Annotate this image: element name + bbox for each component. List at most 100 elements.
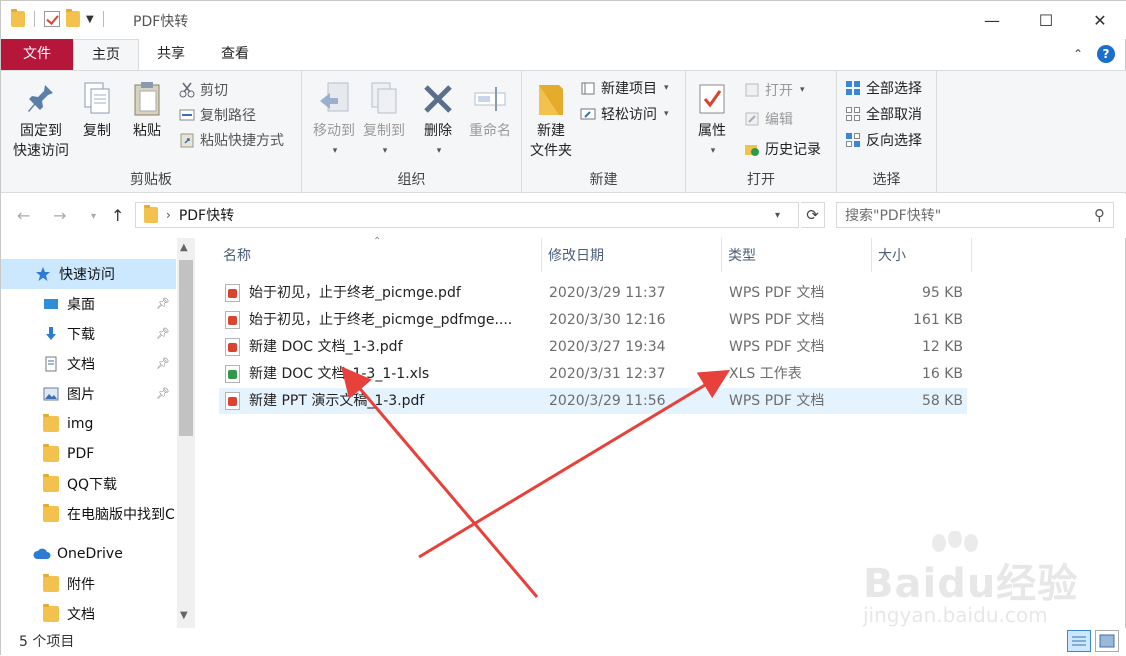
file-name: 新建 DOC 文档_1-3.pdf	[249, 339, 403, 355]
invert-selection-button[interactable]: 反向选择	[845, 129, 922, 151]
collapse-ribbon-icon[interactable]: ⌃	[1073, 47, 1083, 61]
copy-to-button[interactable]: 复制到 ▾	[358, 79, 410, 161]
column-header-date[interactable]: 修改日期	[541, 238, 721, 272]
qat-dropdown-icon[interactable]: ▼	[86, 14, 94, 25]
folder-icon	[43, 604, 59, 622]
select-all-label: 全部选择	[866, 81, 922, 97]
minimize-button[interactable]: —	[965, 1, 1019, 39]
scroll-up-icon[interactable]: ▲	[180, 242, 188, 253]
properties-button[interactable]: 属性 ▾	[692, 79, 732, 161]
properties-icon[interactable]	[44, 11, 60, 27]
address-dropdown-icon[interactable]: ▾	[775, 210, 780, 221]
nav-item-downloads[interactable]: 下载 📌︎	[1, 319, 176, 349]
open-dropdown-icon: ▾	[800, 85, 805, 95]
nav-item-documents[interactable]: 文档 📌︎	[1, 349, 176, 379]
select-group: 全部选择 全部取消 反向选择 选择	[837, 71, 937, 193]
nav-scrollbar[interactable]: ▲ ▼	[177, 238, 195, 628]
nav-label: 附件	[67, 577, 95, 593]
new-item-button[interactable]: 新建项目 ▾	[580, 77, 669, 99]
file-name: 始于初见，止于终老_picmge.pdf	[249, 285, 461, 301]
edit-label: 编辑	[765, 112, 793, 128]
nav-item-qq-downloads[interactable]: QQ下载	[1, 469, 176, 499]
search-icon[interactable]: ⚲	[1094, 206, 1105, 224]
select-none-button[interactable]: 全部取消	[845, 103, 922, 125]
pdf-file-icon	[225, 338, 240, 356]
xls-file-icon	[225, 365, 240, 383]
close-button[interactable]: ✕	[1073, 1, 1126, 39]
table-row[interactable]: 始于初见，止于终老_picmge.pdf 2020/3/29 11:37 WPS…	[219, 280, 967, 306]
address-bar[interactable]: › PDF快转	[135, 202, 799, 228]
new-folder-icon	[533, 79, 569, 119]
table-row[interactable]: 新建 DOC 文档_1-3_1-1.xls 2020/3/31 12:37 XL…	[219, 361, 967, 387]
new-folder-button[interactable]: 新建 文件夹	[526, 79, 576, 161]
table-row[interactable]: 新建 PPT 演示文稿_1-3.pdf 2020/3/29 11:56 WPS …	[219, 388, 967, 414]
forward-icon[interactable]: →	[53, 206, 66, 225]
copy-to-dropdown-icon: ▾	[382, 146, 388, 156]
download-icon	[43, 326, 59, 342]
select-all-icon	[845, 80, 861, 96]
search-input[interactable]: 搜索"PDF快转" ⚲	[836, 202, 1114, 228]
pin-icon	[23, 79, 59, 119]
paste-button[interactable]: 粘贴	[127, 79, 167, 141]
tab-home[interactable]: 主页	[73, 39, 139, 70]
tab-file[interactable]: 文件	[1, 39, 73, 70]
cut-button[interactable]: 剪切	[179, 79, 228, 101]
pin-icon: 📌︎	[156, 327, 170, 340]
breadcrumb-separator-icon[interactable]: ›	[166, 208, 171, 222]
new-folder-icon[interactable]	[66, 9, 80, 27]
tab-share[interactable]: 共享	[139, 39, 203, 70]
copy-button[interactable]: 复制	[77, 79, 117, 141]
history-button[interactable]: 历史记录	[744, 138, 821, 160]
large-icons-view-icon[interactable]	[1095, 630, 1119, 652]
help-icon[interactable]: ?	[1097, 45, 1115, 63]
delete-button[interactable]: 删除 ▾	[420, 79, 456, 161]
column-header-type[interactable]: 类型	[721, 238, 871, 272]
nav-item-pictures[interactable]: 图片 📌︎	[1, 379, 176, 409]
select-group-label: 选择	[872, 172, 901, 188]
folder-icon[interactable]	[11, 9, 25, 27]
nav-item-onedrive-documents[interactable]: 文档	[1, 599, 176, 629]
paste-shortcut-button[interactable]: 粘贴快捷方式	[179, 129, 284, 151]
rename-label: 重命名	[469, 123, 511, 139]
up-icon[interactable]: ↑	[111, 206, 124, 225]
scrollbar-thumb[interactable]	[179, 260, 193, 436]
file-name: 新建 PPT 演示文稿_1-3.pdf	[249, 393, 425, 409]
select-all-button[interactable]: 全部选择	[845, 77, 922, 99]
paste-shortcut-icon	[179, 132, 195, 148]
easy-access-label: 轻松访问	[601, 107, 657, 123]
nav-item-onedrive[interactable]: OneDrive	[1, 539, 176, 569]
table-row[interactable]: 新建 DOC 文档_1-3.pdf 2020/3/27 19:34 WPS PD…	[219, 334, 967, 360]
desktop-icon	[43, 296, 59, 312]
easy-access-button[interactable]: 轻松访问 ▾	[580, 103, 669, 125]
recent-locations-icon[interactable]: ▾	[91, 211, 96, 222]
folder-icon	[43, 444, 59, 462]
search-placeholder: 搜索"PDF快转"	[845, 208, 942, 224]
organize-group-label: 组织	[397, 172, 426, 188]
nav-item-pdf[interactable]: PDF	[1, 439, 176, 469]
nav-item-attachments[interactable]: 附件	[1, 569, 176, 599]
column-header-size[interactable]: 大小	[871, 238, 971, 272]
tab-view[interactable]: 查看	[203, 39, 267, 70]
scroll-down-icon[interactable]: ▼	[180, 610, 188, 621]
open-button[interactable]: 打开 ▾	[744, 79, 805, 101]
rename-button[interactable]: 重命名	[464, 79, 516, 141]
nav-item-img[interactable]: img	[1, 409, 176, 439]
move-to-button[interactable]: 移动到 ▾	[308, 79, 360, 161]
nav-label: 桌面	[67, 297, 95, 313]
table-row[interactable]: 始于初见，止于终老_picmge_pdfmge.... 2020/3/30 12…	[219, 307, 967, 333]
column-header-name[interactable]: 名称	[217, 238, 541, 272]
nav-item-find-in-pc[interactable]: 在电脑版中找到C	[1, 499, 176, 529]
copy-path-button[interactable]: 复制路径	[179, 104, 256, 126]
nav-item-quick-access[interactable]: 快速访问	[1, 259, 176, 289]
refresh-button[interactable]: ⟳	[801, 202, 825, 228]
breadcrumb-current[interactable]: PDF快转	[179, 205, 234, 225]
edit-button[interactable]: 编辑	[744, 108, 793, 130]
open-group: 属性 ▾ 打开 ▾ 编辑 历史记录 打开	[686, 71, 837, 193]
pin-quick-access-button[interactable]: 固定到 快速访问	[9, 79, 73, 161]
file-size: 16 KB	[921, 366, 963, 382]
watermark-url: jingyan.baidu.com	[863, 603, 1048, 627]
nav-item-desktop[interactable]: 桌面 📌︎	[1, 289, 176, 319]
new-folder-label-2: 文件夹	[530, 143, 572, 159]
maximize-button[interactable]: ☐	[1019, 1, 1073, 39]
back-icon[interactable]: ←	[17, 206, 30, 225]
